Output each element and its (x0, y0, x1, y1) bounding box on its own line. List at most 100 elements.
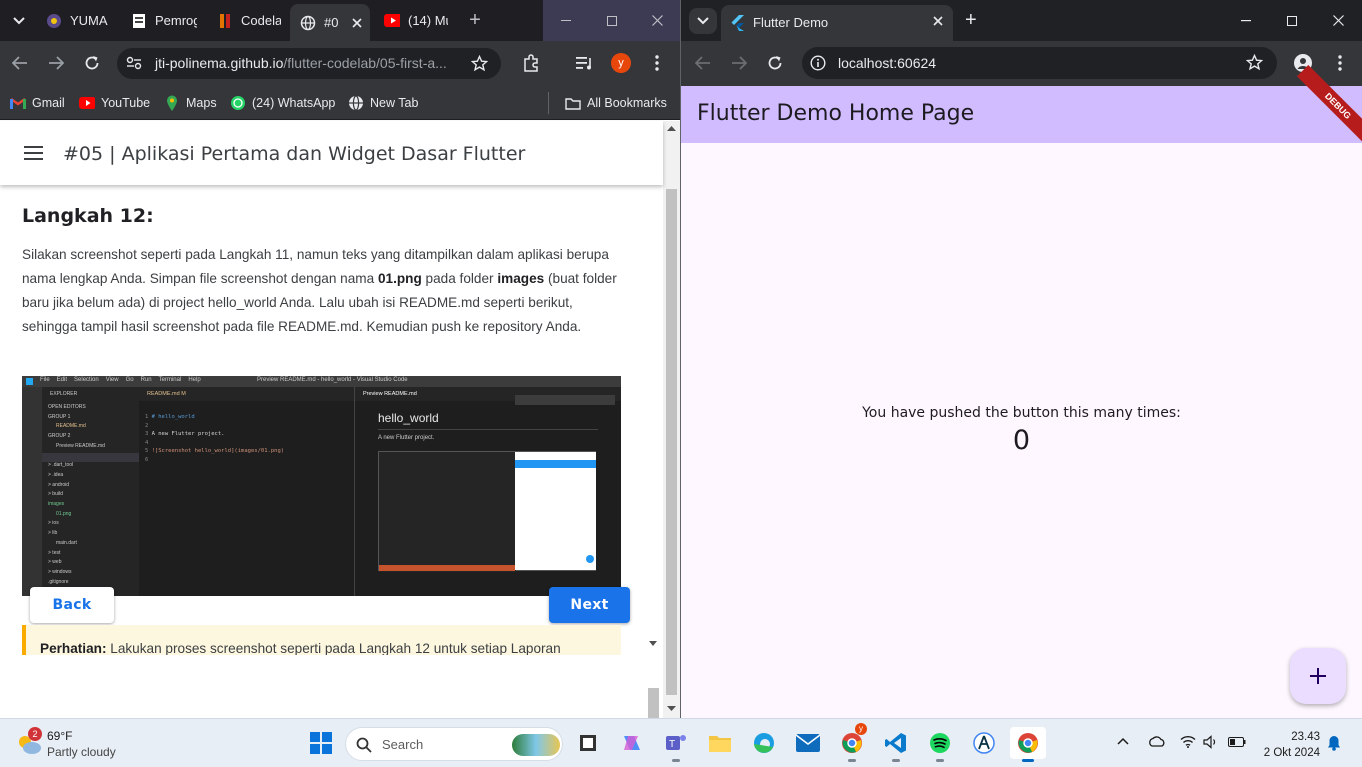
media-controls-icon[interactable] (574, 52, 596, 74)
tab-codelab[interactable]: Codela (217, 6, 281, 35)
bookmark-youtube[interactable]: YouTube (79, 93, 150, 113)
scrollbar-thumb[interactable] (666, 189, 677, 695)
maximize-button[interactable] (589, 0, 635, 41)
svg-text:T: T (669, 739, 675, 750)
tab-label: YUMA (70, 13, 108, 28)
youtube-icon (79, 95, 95, 111)
vscode-file-tree: OPEN EDITORS GROUP 1 README.md GROUP 2 Previ… (48, 403, 105, 587)
close-tab-icon[interactable] (933, 16, 943, 26)
copilot-icon[interactable] (616, 727, 648, 759)
android-studio-icon[interactable] (968, 727, 1000, 759)
minimize-button[interactable] (1223, 0, 1269, 41)
hamburger-menu-icon[interactable] (24, 146, 43, 160)
all-bookmarks[interactable]: All Bookmarks (565, 93, 667, 113)
vscode-menu-item: File (40, 377, 50, 383)
vscode-tree-item: main.dart (56, 539, 77, 546)
whatsapp-icon (230, 95, 246, 111)
forward-arrow-icon[interactable] (728, 52, 750, 74)
taskbar-search[interactable]: Search (345, 727, 563, 761)
back-arrow-icon[interactable] (9, 52, 31, 74)
tab-pemrog[interactable]: Pemrog (131, 6, 197, 35)
clock[interactable]: 23.43 2 Okt 2024 (1258, 729, 1320, 761)
notification-bell-icon[interactable] (1327, 735, 1341, 751)
bookmark-star-icon[interactable] (471, 55, 488, 72)
next-button[interactable]: Next (549, 587, 630, 623)
url-text: localhost:60624 (838, 55, 937, 71)
vscode-window-title: Preview README.md - hello_world - Visual… (257, 377, 408, 383)
vscode-code-line: 2 (145, 422, 149, 429)
vscode-code-line: 3 A new Flutter project. (145, 431, 225, 437)
address-bar[interactable]: localhost:60624 (802, 47, 1277, 79)
tab-yuma[interactable]: YUMA (46, 6, 120, 35)
vscode-tree-item: > .idea (48, 471, 64, 478)
chrome-icon[interactable] (1010, 727, 1046, 762)
address-bar[interactable]: jti-polinema.github.io/flutter-codelab/0… (117, 48, 501, 79)
wifi-icon[interactable] (1180, 735, 1196, 748)
scroll-up-icon[interactable] (667, 126, 676, 131)
back-arrow-icon[interactable] (692, 52, 714, 74)
youtube-icon (384, 13, 400, 29)
scroll-down-icon[interactable] (667, 706, 676, 711)
tab-youtube[interactable]: (14) Mu (384, 6, 448, 35)
tab-search-icon[interactable] (8, 10, 30, 32)
page-scrollbar[interactable] (663, 121, 680, 718)
battery-icon[interactable] (1228, 737, 1246, 747)
vscode-code: 1 # hello_world 2 3 A new Flutter project… (145, 413, 284, 464)
chrome-profile-icon[interactable]: y (836, 723, 868, 762)
new-tab-button[interactable]: + (965, 10, 977, 30)
increment-fab[interactable] (1290, 648, 1346, 704)
left-toolbar: jti-polinema.github.io/flutter-codelab/0… (0, 41, 680, 86)
spotify-icon[interactable] (924, 727, 956, 762)
menu-kebab-icon[interactable] (1329, 52, 1351, 74)
minimize-button[interactable] (543, 0, 589, 41)
widgets-icon[interactable] (572, 727, 604, 759)
teams-icon[interactable]: T (660, 727, 692, 762)
close-window-button[interactable] (1315, 0, 1361, 41)
counter-value: 0 (1012, 425, 1031, 456)
tab-search-icon[interactable] (689, 8, 717, 34)
flutter-logo-icon (731, 15, 745, 31)
bookmark-star-icon[interactable] (1246, 54, 1263, 71)
step-content: Langkah 12: Silakan screenshot seperti p… (22, 205, 622, 334)
tab-current[interactable]: #0 (290, 4, 370, 41)
onedrive-icon[interactable] (1148, 736, 1166, 747)
edge-icon[interactable] (748, 727, 780, 759)
close-window-button[interactable] (634, 0, 680, 41)
weather-widget[interactable]: 2 69°F Partly cloudy (12, 727, 122, 761)
back-button[interactable]: Back (30, 587, 114, 623)
site-settings-icon[interactable] (126, 56, 142, 70)
profile-avatar[interactable]: y (610, 52, 632, 74)
reload-icon[interactable] (81, 52, 103, 74)
extensions-icon[interactable] (520, 52, 542, 74)
globe-icon (300, 15, 316, 31)
vscode-tree-item: > lib (48, 530, 58, 537)
forward-arrow-icon[interactable] (45, 52, 67, 74)
new-tab-button[interactable]: + (466, 10, 484, 30)
search-highlight-icon (512, 734, 560, 756)
vscode-menu-item: Run (140, 377, 152, 383)
content-scroll-down-icon[interactable] (649, 641, 657, 646)
start-icon[interactable] (305, 727, 337, 759)
bookmark-new-tab[interactable]: New Tab (348, 93, 418, 113)
vscode-tree-item: > build (48, 491, 63, 498)
mail-icon[interactable] (792, 727, 824, 759)
embedded-screenshot (378, 451, 596, 572)
profile-icon (46, 13, 62, 29)
vscode-menu: File Edit Selection View Go Run Terminal Help (40, 377, 201, 383)
tab-flutter-demo[interactable]: Flutter Demo (721, 5, 953, 41)
add-icon (1310, 668, 1326, 684)
vscode-icon[interactable] (880, 727, 912, 762)
bookmark-gmail[interactable]: Gmail (10, 93, 65, 113)
volume-icon[interactable] (1203, 735, 1219, 749)
file-explorer-icon[interactable] (704, 727, 736, 759)
close-tab-icon[interactable] (352, 17, 363, 28)
reload-icon[interactable] (764, 52, 786, 74)
bookmark-maps[interactable]: Maps (164, 93, 217, 113)
menu-kebab-icon[interactable] (646, 52, 668, 74)
bookmark-whatsapp[interactable]: (24) WhatsApp (230, 93, 335, 113)
maximize-button[interactable] (1269, 0, 1315, 41)
chevron-up-icon[interactable] (1117, 737, 1129, 745)
content-scrollbar-thumb[interactable] (648, 688, 659, 718)
vscode-menu-item: Terminal (158, 377, 182, 383)
info-icon[interactable] (810, 55, 826, 71)
